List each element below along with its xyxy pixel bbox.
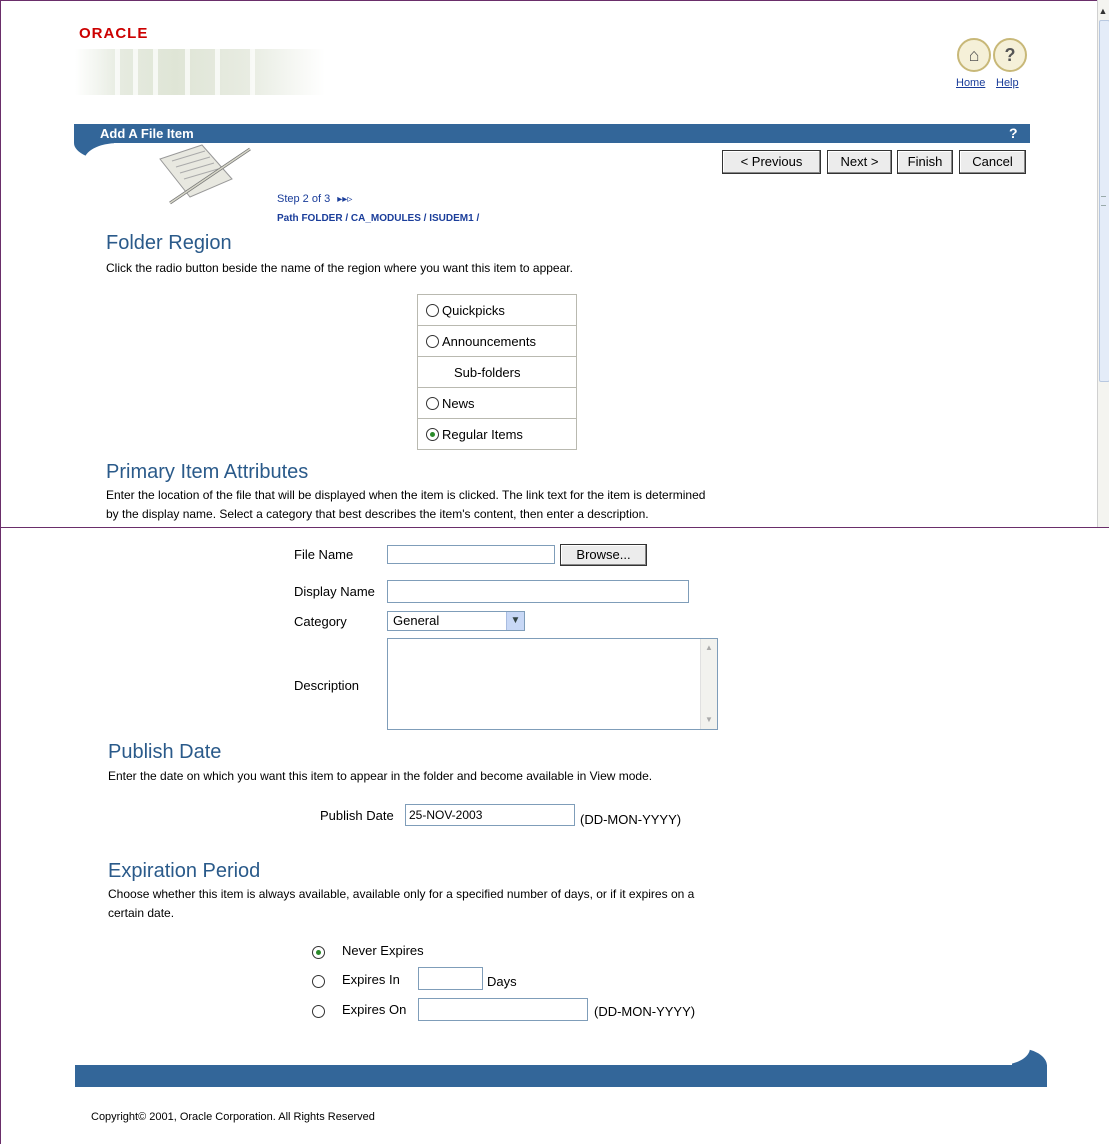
region-option: Sub-folders	[417, 356, 577, 388]
window-frame-top	[0, 0, 1097, 1]
chevron-down-icon[interactable]: ▼	[506, 612, 524, 630]
notepad-pencil-icon	[159, 144, 251, 205]
file-name-label: File Name	[294, 547, 354, 562]
expires-in-days-input[interactable]	[418, 967, 483, 990]
display-name-input[interactable]	[387, 580, 689, 603]
scroll-down-arrow-icon[interactable]: ▼	[703, 713, 715, 727]
scroll-up-arrow-icon[interactable]: ▲	[1097, 6, 1109, 18]
radio-expires-in[interactable]	[312, 975, 325, 988]
radio-regular-items[interactable]	[426, 427, 439, 441]
folder-region-description: Click the radio button beside the name o…	[106, 261, 573, 275]
frame-divider	[0, 527, 1109, 528]
expiration-description-line1: Choose whether this item is always avail…	[108, 887, 695, 901]
display-name-label: Display Name	[294, 584, 375, 599]
folder-region-heading: Folder Region	[106, 232, 232, 254]
category-select[interactable]: General ▼	[387, 611, 525, 631]
home-icon[interactable]: ⌂	[957, 38, 991, 72]
never-expires-label: Never Expires	[342, 943, 424, 958]
expires-on-date-input[interactable]	[418, 998, 588, 1021]
browse-button[interactable]: Browse...	[560, 544, 647, 566]
region-option[interactable]: Regular Items	[417, 418, 577, 450]
help-icon[interactable]: ?	[1009, 124, 1018, 143]
next-button[interactable]: Next >	[827, 150, 892, 174]
radio-announcements[interactable]	[426, 334, 439, 348]
primary-attributes-heading: Primary Item Attributes	[106, 461, 309, 483]
radio-never-expires[interactable]	[312, 946, 325, 959]
scrollbar-grip-icon	[1101, 196, 1106, 206]
step-text: Step 2 of 3	[277, 193, 331, 205]
publish-date-input[interactable]: 25-NOV-2003	[405, 804, 575, 826]
question-icon[interactable]: ?	[993, 38, 1027, 72]
radio-expires-on[interactable]	[312, 1005, 325, 1018]
publish-date-label: Publish Date	[320, 808, 394, 823]
region-table: Quickpicks Announcements Sub-folders New…	[417, 294, 577, 450]
region-option[interactable]: Announcements	[417, 325, 577, 357]
step-indicator: Step 2 of 3 ▸▸▹	[277, 193, 352, 205]
finish-button[interactable]: Finish	[897, 150, 953, 174]
textarea-scrollbar[interactable]: ▲ ▼	[700, 639, 717, 729]
scroll-up-arrow-icon[interactable]: ▲	[703, 641, 715, 655]
expires-on-format: (DD-MON-YYYY)	[594, 1004, 696, 1019]
expiration-description-line2: certain date.	[108, 906, 175, 920]
expires-in-label: Expires In	[342, 972, 400, 987]
expires-on-label: Expires On	[342, 1002, 407, 1017]
category-label: Category	[294, 614, 347, 629]
primary-description-line1: Enter the location of the file that will…	[106, 488, 706, 502]
publish-date-format: (DD-MON-YYYY)	[580, 812, 682, 827]
region-option[interactable]: Quickpicks	[417, 294, 577, 326]
publish-date-heading: Publish Date	[108, 741, 222, 763]
publish-date-description: Enter the date on which you want this it…	[108, 769, 653, 783]
previous-button[interactable]: < Previous	[722, 150, 821, 174]
radio-quickpicks[interactable]	[426, 303, 439, 317]
file-name-input[interactable]	[387, 545, 555, 564]
region-option[interactable]: News	[417, 387, 577, 419]
description-textarea[interactable]: ▲ ▼	[387, 638, 718, 730]
expiration-heading: Expiration Period	[108, 860, 261, 882]
banner-image	[75, 49, 325, 95]
footer-bar	[75, 1065, 1047, 1087]
step-arrows-icon: ▸▸▹	[337, 194, 353, 205]
oracle-logo: ORACLE	[79, 25, 149, 42]
primary-description-line2: by the display name. Select a category t…	[106, 507, 649, 521]
category-selected-value: General	[393, 613, 440, 628]
days-label: Days	[487, 974, 517, 989]
cancel-button[interactable]: Cancel	[959, 150, 1026, 174]
window-frame-left	[0, 0, 1, 1144]
help-link[interactable]: Help	[996, 77, 1019, 89]
description-label: Description	[294, 678, 360, 693]
breadcrumb: Path FOLDER / CA_MODULES / ISUDEM1 /	[277, 213, 480, 224]
copyright-text: Copyright© 2001, Oracle Corporation. All…	[91, 1111, 375, 1123]
home-link[interactable]: Home	[956, 77, 985, 89]
radio-news[interactable]	[426, 396, 439, 410]
